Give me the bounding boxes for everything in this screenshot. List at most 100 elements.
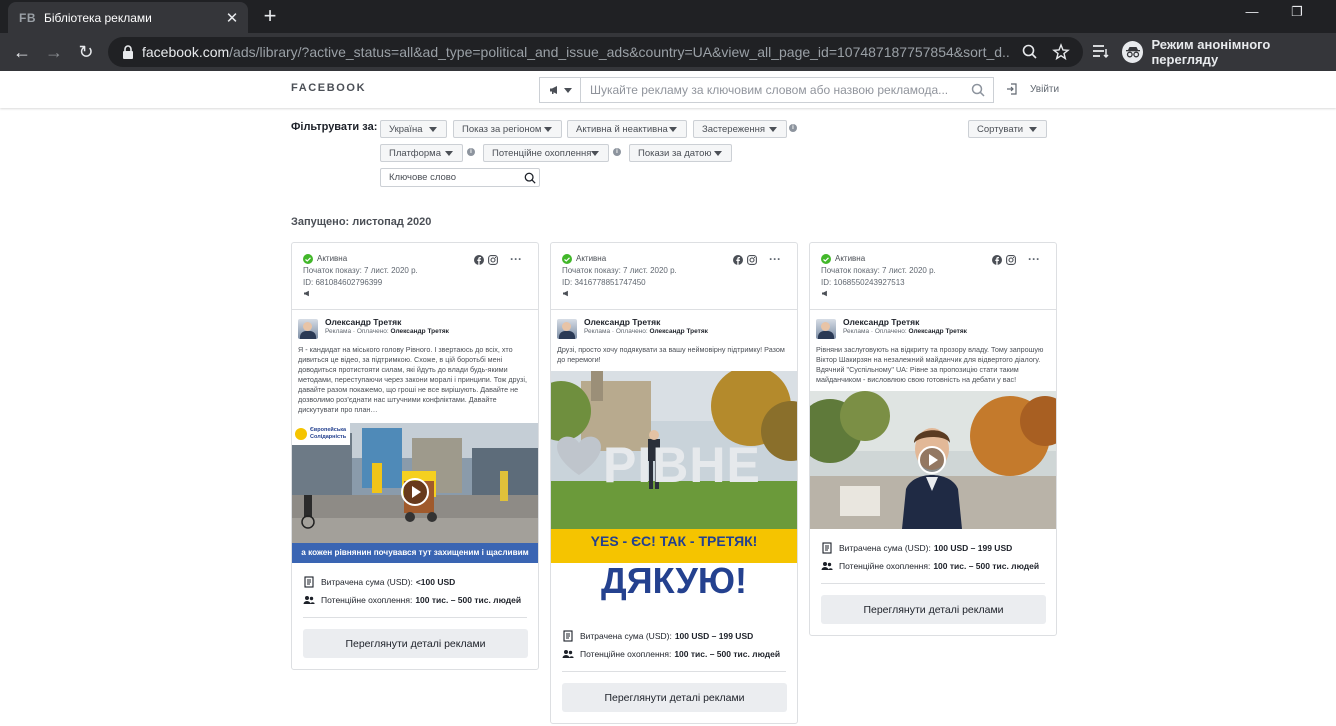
bookmark-star-icon[interactable] [1052,43,1070,61]
ad-card-header: Активна Початок показу: 7 лист. 2020 р. … [551,243,797,310]
tab-close-icon[interactable]: ✕ [223,9,241,27]
people-icon [303,596,315,604]
ad-card: Активна Початок показу: 7 лист. 2020 р. … [550,242,798,724]
sort-dropdown[interactable]: Сортувати [968,120,1047,138]
spend-row: Витрачена сума (USD): 100 USD – 199 USD [821,539,1056,557]
disclaimer-filter[interactable]: Застереження [693,120,787,138]
instagram-icon [1006,255,1016,265]
view-ad-details-button[interactable]: Переглянути деталі реклами [303,629,528,658]
platform-filter-label: Платформа [389,147,441,159]
avatar[interactable] [816,319,836,339]
sponsor-name: Олександр Третяк [908,328,967,335]
info-icon[interactable]: i [789,124,797,132]
info-icon[interactable]: i [467,148,475,156]
minimize-icon[interactable]: — [1232,4,1272,19]
chevron-down-icon [563,87,572,93]
reach-value: 100 тис. – 500 тис. людей [415,595,522,605]
ad-library-header: FACEBOOK Увійти [0,71,1336,108]
tab-title: Бібліотека реклами [44,10,152,25]
ad-search-input[interactable] [581,78,963,102]
play-icon[interactable] [401,478,429,506]
search-icon[interactable] [963,78,993,102]
advertiser-name[interactable]: Олександр Третяк [325,317,449,327]
ad-card: Активна Початок показу: 7 лист. 2020 р. … [809,242,1057,636]
forward-icon[interactable]: → [42,41,66,63]
country-filter[interactable]: Україна [380,120,447,138]
chevron-down-icon [445,150,453,156]
chevron-down-icon [591,150,600,156]
status-filter[interactable]: Активна й неактивна [567,120,687,138]
advertiser-row: Олександр Третяк Реклама · Оплачено: Оле… [810,310,1056,339]
search-icon[interactable] [521,172,539,184]
reach-row: Потенційне охоплення: 100 тис. – 500 тис.… [821,557,1056,575]
browser-tab[interactable]: FB Бібліотека реклами ✕ [8,2,248,33]
advertiser-name[interactable]: Олександр Третяк [584,317,708,327]
video-caption: а кожен рівнянин почувався тут захищеним… [301,548,529,557]
reading-list-icon[interactable] [1092,43,1110,59]
more-options-icon[interactable]: ··· [769,253,781,265]
sponsor-prefix: Реклама · Оплачено: [584,328,650,335]
incognito-indicator[interactable]: Режим анонімного перегляду [1122,37,1336,67]
launched-heading: Запущено: листопад 2020 [291,216,432,228]
zoom-icon[interactable] [1021,43,1039,61]
play-icon[interactable] [918,446,946,474]
ad-type-selector[interactable] [540,78,581,102]
divider [303,617,527,618]
reach-filter[interactable]: Потенційне охоплення [483,144,609,162]
ad-image[interactable]: РІВНЕ YES - ЄС! ТАК - ТРЕТЯК! ДЯКУЮ! [551,371,797,617]
facebook-logo[interactable]: FACEBOOK [291,82,366,94]
back-icon[interactable]: ← [10,41,34,63]
avatar[interactable] [557,319,577,339]
ad-search-bar [539,77,994,103]
megaphone-icon [563,290,568,297]
party-badge: Європейська Солідарність [310,427,347,440]
view-ad-details-button[interactable]: Переглянути деталі реклами [562,683,787,712]
people-icon [821,562,833,570]
reload-icon[interactable]: ↻ [74,41,98,63]
spend-label: Витрачена сума (USD): [839,543,931,553]
sponsor-line: Реклама · Оплачено: Олександр Третяк [584,328,708,335]
spend-value: 100 USD – 199 USD [933,543,1013,553]
ad-id: ID: 1068550243927513 [821,278,905,287]
platform-icons [733,255,757,265]
platform-filter[interactable]: Платформа [380,144,463,162]
reach-filter-label: Потенційне охоплення [492,147,592,159]
reach-row: Потенційне охоплення: 100 тис. – 500 тис.… [303,591,538,609]
date-filter[interactable]: Покази за датою [629,144,732,162]
url-text: facebook.com/ads/library/?active_status=… [142,44,1010,60]
chevron-down-icon [714,150,722,156]
receipt-icon [304,576,314,588]
advertiser-row: Олександр Третяк Реклама · Оплачено: Оле… [292,310,538,339]
sponsor-prefix: Реклама · Оплачено: [325,328,391,335]
info-icon[interactable]: i [613,148,621,156]
address-bar[interactable]: facebook.com/ads/library/?active_status=… [108,37,1083,67]
advertiser-name[interactable]: Олександр Третяк [843,317,967,327]
country-filter-label: Україна [389,123,423,135]
login-button[interactable]: Увійти [1006,83,1059,95]
more-options-icon[interactable]: ··· [1028,253,1040,265]
keyword-input[interactable] [381,172,521,183]
ad-video[interactable]: Європейська Солідарність а кожен рівняни… [292,423,538,563]
megaphone-icon [822,290,827,297]
check-circle-icon [562,254,572,264]
view-ad-details-button[interactable]: Переглянути деталі реклами [821,595,1046,624]
incognito-icon [1122,41,1144,63]
ad-video[interactable] [810,391,1056,529]
instagram-icon [747,255,757,265]
status-label: Активна [317,254,348,263]
instagram-icon [488,255,498,265]
start-date: Початок показу: 7 лист. 2020 р. [562,266,677,275]
keyword-search [380,168,540,187]
status-badge: Активна [562,253,797,265]
ad-text: Рівняни заслуговують на відкриту та проз… [816,345,1044,384]
platform-icons [474,255,498,265]
status-badge: Активна [821,253,1056,265]
region-filter-label: Показ за регіоном [462,123,542,135]
divider [821,583,1045,584]
new-tab-icon[interactable]: + [258,4,282,28]
check-circle-icon [821,254,831,264]
region-filter[interactable]: Показ за регіоном [453,120,562,138]
avatar[interactable] [298,319,318,339]
restore-icon[interactable]: ❐ [1277,4,1317,20]
more-options-icon[interactable]: ··· [510,253,522,265]
